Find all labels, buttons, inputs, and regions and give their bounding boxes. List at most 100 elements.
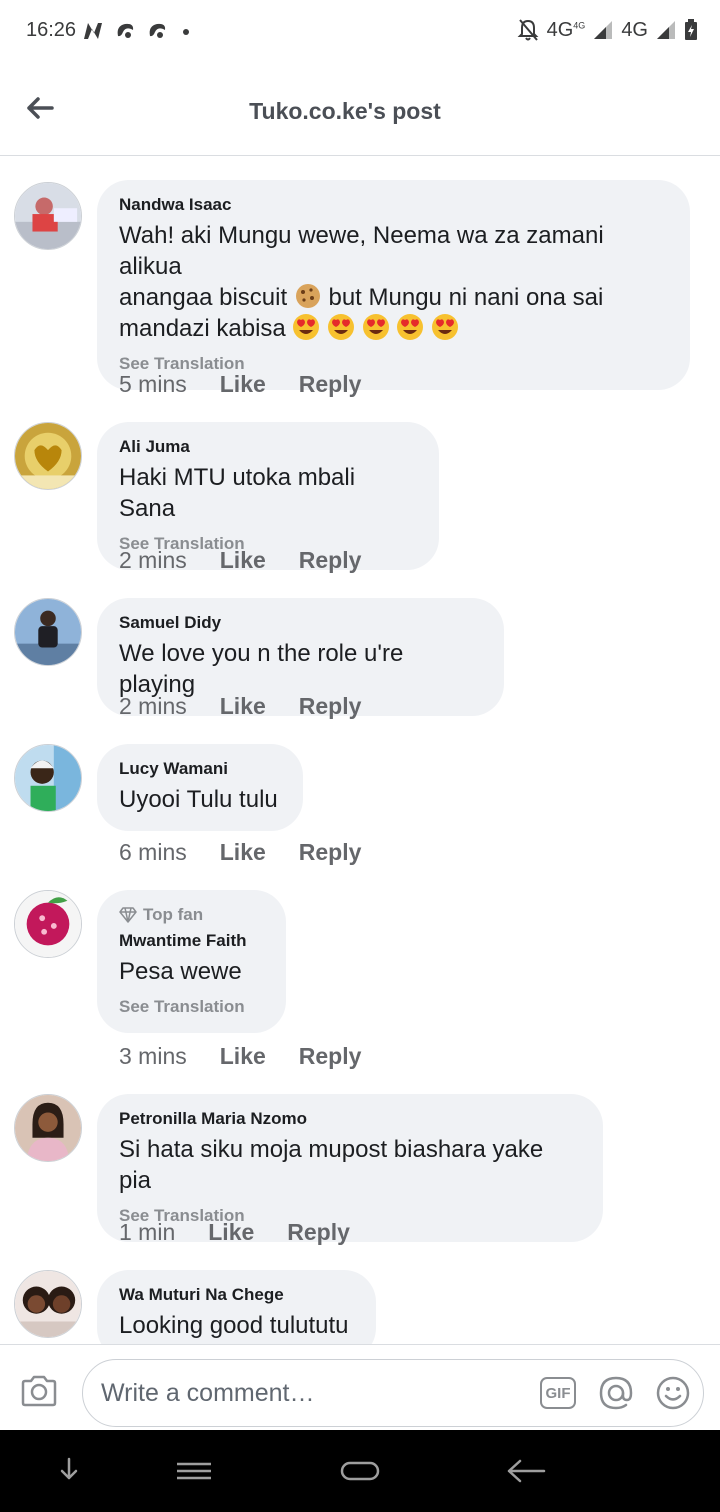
notification-swirl-icon [149, 23, 166, 38]
heart-eyes-emoji-icon [362, 314, 389, 340]
heart-eyes-emoji-row [292, 314, 459, 342]
comment-bubble[interactable]: Nandwa Isaac Wah! aki Mungu wewe, Neema … [97, 180, 690, 390]
see-translation-link[interactable]: See Translation [119, 997, 264, 1017]
comment-time[interactable]: 5 mins [119, 371, 187, 398]
like-button[interactable]: Like [220, 547, 266, 574]
comment-time[interactable]: 3 mins [119, 1043, 187, 1070]
comment-bubble[interactable]: Lucy Wamani Uyooi Tulu tulu [97, 744, 303, 831]
battery-charging-icon [685, 19, 697, 40]
composer-icons: GIF [540, 1375, 690, 1411]
heart-eyes-emoji-icon [397, 314, 424, 340]
like-button[interactable]: Like [208, 1219, 254, 1246]
home-pill-icon [340, 1461, 380, 1481]
reply-button[interactable]: Reply [299, 839, 362, 866]
comment-bubble[interactable]: Wa Muturi Na Chege Looking good tulututu [97, 1270, 376, 1344]
avatar-image [15, 891, 81, 957]
reply-button[interactable]: Reply [299, 693, 362, 720]
comment-bubble[interactable]: Top fan Mwantime Faith Pesa wewe See Tra… [97, 890, 286, 1033]
comment-text: Haki MTU utoka mbali Sana [119, 464, 356, 522]
avatar-image [15, 745, 81, 811]
comment-author[interactable]: Petronilla Maria Nzomo [119, 1108, 581, 1130]
nav-back-button[interactable] [506, 1458, 546, 1489]
comment-actions: 3 mins Like Reply [119, 1043, 361, 1070]
status-bar: 16:26 4G4G 4G [0, 0, 720, 62]
comment-time[interactable]: 2 mins [119, 547, 187, 574]
comment-text: Uyooi Tulu tulu [119, 786, 278, 813]
notification-app-icon [84, 23, 102, 39]
reply-button[interactable]: Reply [299, 1043, 362, 1070]
nav-menu-button[interactable] [176, 1462, 212, 1485]
status-time: 16:26 [26, 19, 77, 41]
menu-icon [177, 1462, 211, 1480]
like-button[interactable]: Like [220, 839, 266, 866]
notification-dot-icon [183, 29, 189, 35]
back-arrow-icon [507, 1459, 546, 1483]
mute-bell-icon [517, 19, 539, 41]
camera-button[interactable] [20, 1375, 58, 1412]
reply-button[interactable]: Reply [299, 547, 362, 574]
comment-time[interactable]: 6 mins [119, 839, 187, 866]
emoji-smiley-icon[interactable] [656, 1376, 690, 1410]
heart-eyes-emoji-icon [328, 314, 355, 340]
notification-swirl-icon [117, 23, 134, 38]
heart-eyes-emoji-icon [432, 314, 459, 340]
avatar[interactable] [14, 744, 82, 812]
comment-text: Looking good tulututu [119, 1312, 349, 1339]
chevron-down-icon [60, 1457, 78, 1480]
comment-item: Wa Muturi Na Chege Looking good tulututu [0, 1270, 720, 1344]
avatar-image [15, 423, 81, 489]
comment-author[interactable]: Samuel Didy [119, 612, 482, 634]
top-fan-label: Top fan [143, 905, 204, 924]
comment-author[interactable]: Lucy Wamani [119, 758, 281, 780]
cookie-emoji-icon [295, 284, 320, 308]
avatar[interactable] [14, 1270, 82, 1338]
like-button[interactable]: Like [220, 693, 266, 720]
comment-composer: Write a comment… GIF [0, 1344, 720, 1430]
like-button[interactable]: Like [220, 1043, 266, 1070]
avatar[interactable] [14, 598, 82, 666]
diamond-icon [119, 907, 137, 923]
comment-time[interactable]: 2 mins [119, 693, 187, 720]
gif-label: GIF [545, 1384, 571, 1402]
comment-author[interactable]: Ali Juma [119, 436, 417, 458]
comment-author[interactable]: Mwantime Faith [119, 930, 264, 952]
signal-icon [594, 21, 613, 39]
comment-text: Pesa wewe [119, 958, 242, 985]
comment-text: Wah! aki Mungu wewe, Neema wa za zamani … [119, 222, 604, 342]
comment-actions: 2 mins Like Reply [119, 547, 361, 574]
reply-button[interactable]: Reply [299, 371, 362, 398]
comment-author[interactable]: Nandwa Isaac [119, 194, 668, 216]
nav-home-button[interactable] [340, 1460, 380, 1487]
avatar[interactable] [14, 1094, 82, 1162]
like-button[interactable]: Like [220, 371, 266, 398]
page-title: Tuko.co.ke's post [249, 98, 441, 124]
mention-at-icon[interactable] [598, 1375, 634, 1411]
reply-button[interactable]: Reply [287, 1219, 350, 1246]
nav-hide-keyboard-button[interactable] [58, 1456, 80, 1487]
comment-text: Si hata siku moja mupost biashara yake p… [119, 1136, 544, 1194]
comment-author[interactable]: Wa Muturi Na Chege [119, 1284, 354, 1306]
comment-time[interactable]: 1 min [119, 1219, 175, 1246]
status-notifications [82, 20, 194, 42]
comment-actions: 6 mins Like Reply [119, 839, 361, 866]
post-header: Tuko.co.ke's post [0, 62, 720, 156]
comment-actions: 2 mins Like Reply [119, 693, 361, 720]
comment-text: We love you n the role u're playing [119, 640, 404, 698]
gif-button[interactable]: GIF [540, 1377, 576, 1409]
status-indicators: 4G4G 4G [517, 18, 698, 42]
avatar-image [15, 1271, 81, 1337]
heart-eyes-emoji-icon [293, 314, 320, 340]
avatar[interactable] [14, 422, 82, 490]
avatar[interactable] [14, 890, 82, 958]
system-nav-bar [0, 1430, 720, 1512]
signal-icon [657, 21, 675, 39]
network-type-label-2: 4G [621, 18, 648, 41]
avatar-image [15, 1095, 81, 1161]
comment-actions: 5 mins Like Reply [119, 371, 361, 398]
avatar[interactable] [14, 182, 82, 250]
avatar-image [15, 599, 81, 665]
camera-icon [21, 1375, 57, 1407]
avatar-image [15, 183, 81, 249]
network-type-label: 4G4G [546, 18, 586, 41]
comment-actions: 1 min Like Reply [119, 1219, 350, 1246]
